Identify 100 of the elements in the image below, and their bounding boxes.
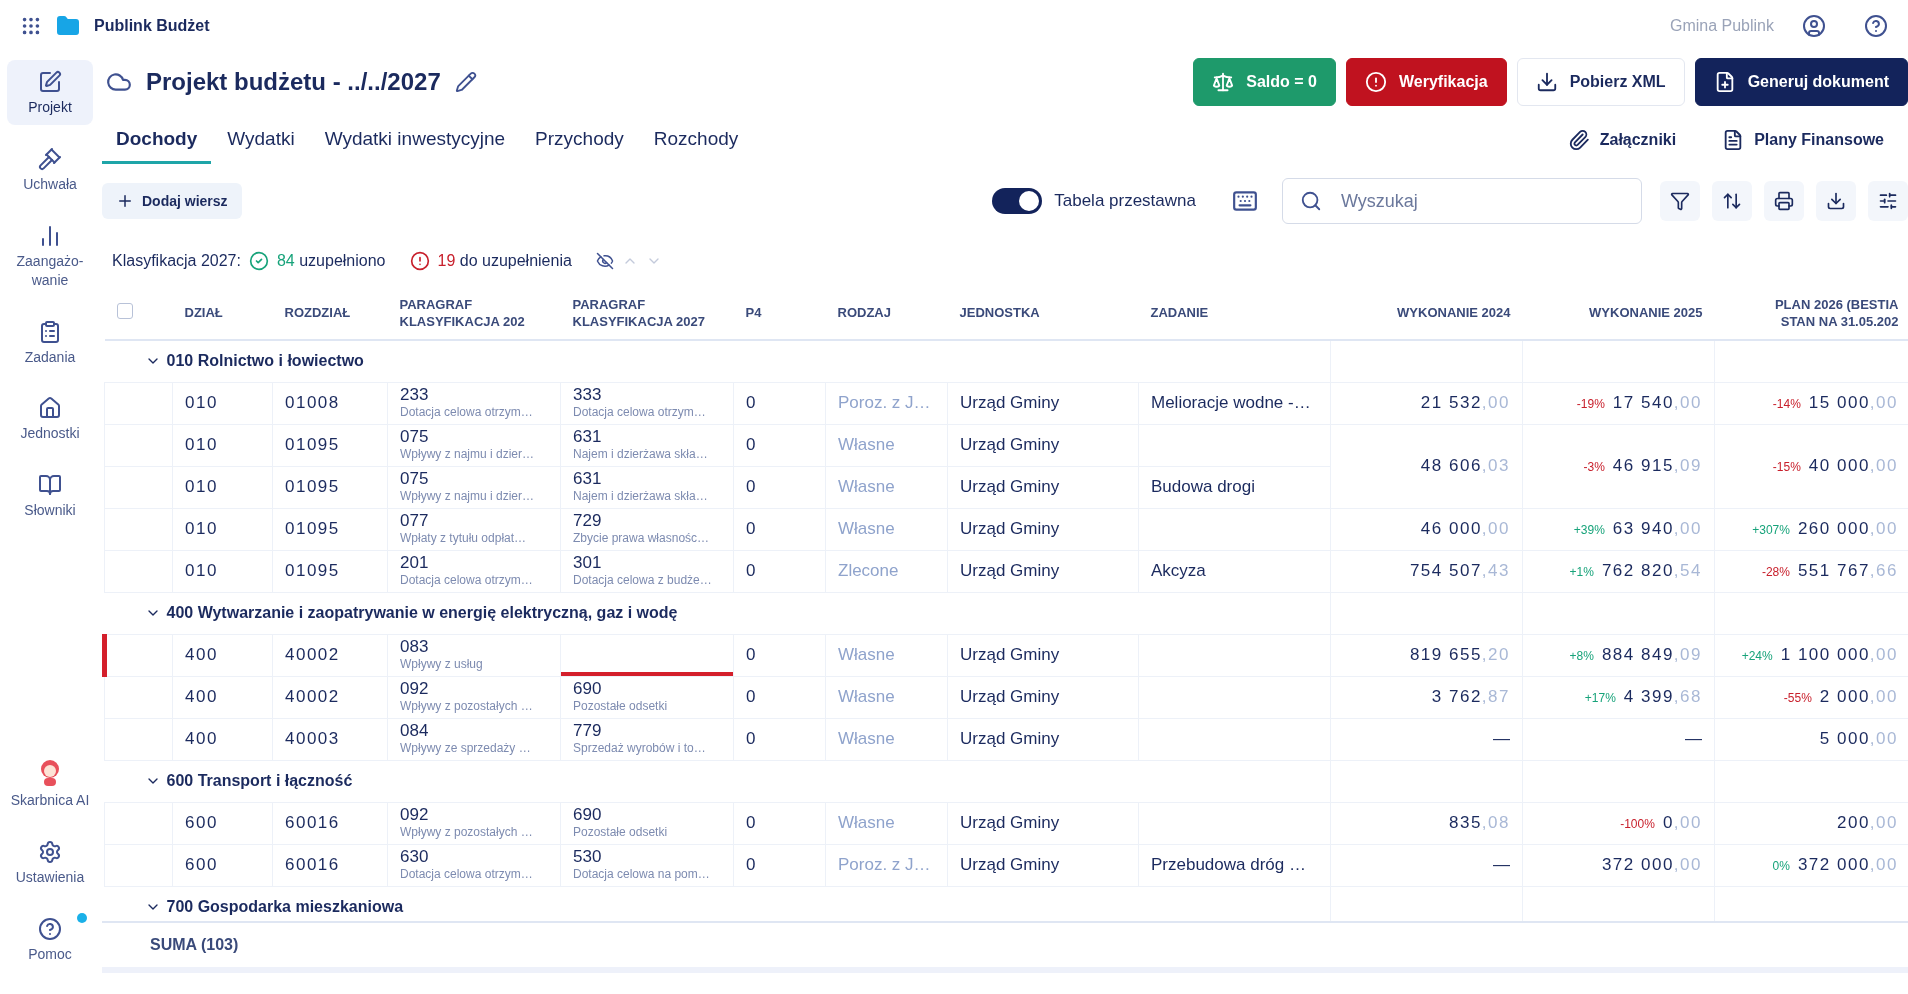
- filter-button[interactable]: [1660, 181, 1700, 221]
- table-cell: 690 Pozostałe odsetki: [560, 676, 734, 718]
- table-cell: 0: [733, 424, 826, 466]
- search-field[interactable]: Wyszukaj: [1282, 178, 1642, 224]
- column-header: PARAGRAF KLASYFIKACJA 202: [387, 288, 561, 340]
- group-header[interactable]: 400 Wytwarzanie i zaopatrywanie w energię elektryczną, gaz i wodę: [144, 604, 678, 622]
- table-cell: 600: [172, 844, 273, 886]
- tab[interactable]: Dochody: [102, 116, 212, 164]
- table-cell: 01008: [272, 382, 388, 424]
- table-cell: 0: [733, 508, 826, 550]
- table-cell: 60016: [272, 802, 388, 844]
- link-button[interactable]: Plany Finansowe: [1716, 128, 1890, 152]
- apps-grid-icon[interactable]: [20, 15, 42, 37]
- amount: 5 000,00: [1819, 729, 1898, 748]
- amount: 17 540,00: [1612, 393, 1702, 412]
- table-cell: Urząd Gminy: [947, 718, 1139, 760]
- group-header[interactable]: 010 Rolnictwo i łowiectwo: [144, 352, 364, 371]
- table-cell: 40002: [272, 676, 388, 718]
- pivot-toggle[interactable]: [992, 188, 1043, 214]
- table-cell: Własne: [825, 466, 948, 508]
- action-button[interactable]: Weryfikacja: [1345, 58, 1507, 106]
- sidebar-item[interactable]: Zadania: [7, 309, 93, 375]
- select-all-checkbox[interactable]: [116, 303, 133, 320]
- toggle-label: Tabela przestawna: [1054, 191, 1196, 211]
- download-icon: [1535, 71, 1558, 93]
- table-cell: Własne: [825, 508, 948, 550]
- action-button[interactable]: Generuj dokument: [1694, 58, 1908, 106]
- tab[interactable]: Wydatki inwestycyjne: [310, 116, 520, 164]
- book-icon: [38, 473, 62, 498]
- column-header: JEDNOSTKA: [947, 288, 1139, 340]
- tab[interactable]: Przychody: [521, 116, 638, 164]
- column-header: PARAGRAF KLASYFIKACJA 2027: [560, 288, 734, 340]
- table-cell: 400: [172, 718, 273, 760]
- alert-icon: [1364, 71, 1387, 93]
- column-header: ZADANIE: [1138, 288, 1331, 340]
- tab[interactable]: Rozchody: [639, 116, 753, 164]
- table-cell: 40002: [272, 634, 388, 676]
- action-button[interactable]: Saldo = 0: [1193, 58, 1336, 106]
- table-cell: 600: [172, 802, 273, 844]
- table-cell: 010: [172, 424, 273, 466]
- table-cell: Przebudowa dróg …: [1138, 844, 1331, 886]
- sort-button[interactable]: [1712, 181, 1752, 221]
- settings-button[interactable]: [1868, 181, 1908, 221]
- amount: 15 000,00: [1808, 393, 1898, 412]
- classification-label: Klasyfikacja 2027:: [112, 252, 241, 270]
- change-percent: -55%: [1783, 691, 1812, 705]
- amount: 200,00: [1837, 813, 1898, 832]
- action-button[interactable]: Pobierz XML: [1516, 58, 1685, 106]
- table-cell: 077 Wpłaty z tytułu odpłat…: [387, 508, 561, 550]
- organization-name: Gmina Publink: [1669, 17, 1774, 35]
- user-icon[interactable]: [1802, 14, 1826, 38]
- sidebar-item[interactable]: Jednostki: [7, 386, 93, 452]
- change-percent: +307%: [1752, 523, 1790, 537]
- settings-icon: [38, 840, 62, 865]
- table-cell: 0: [733, 550, 826, 592]
- table-cell: 075 Wpływy z najmu i dzier…: [387, 466, 561, 508]
- amount: 48 606,03: [1420, 456, 1510, 475]
- table-cell: Poroz. z J…: [825, 382, 948, 424]
- table-cell: 400: [172, 634, 273, 676]
- table-cell: Urząd Gminy: [947, 676, 1139, 718]
- column-header: ROZDZIAŁ: [272, 288, 388, 340]
- table-cell: 01095: [272, 508, 388, 550]
- sidebar-item[interactable]: Uchwała: [7, 136, 93, 202]
- change-percent: -15%: [1772, 460, 1801, 474]
- keyboard-icon[interactable]: [1232, 188, 1258, 214]
- table-cell: 40003: [272, 718, 388, 760]
- tab[interactable]: Wydatki: [213, 116, 309, 164]
- table-cell: Urząd Gminy: [947, 508, 1139, 550]
- sidebar-item[interactable]: Słowniki: [7, 463, 93, 529]
- change-percent: -19%: [1576, 397, 1605, 411]
- sidebar-item[interactable]: Pomoc: [7, 907, 93, 972]
- table-cell: Urząd Gminy: [947, 802, 1139, 844]
- sidebar-item[interactable]: Skarbnica AI: [7, 749, 93, 819]
- table-cell: Melioracje wodne -…: [1138, 382, 1331, 424]
- column-header: PLAN 2026 (BESTIA STAN NA 31.05.202: [1714, 288, 1908, 340]
- help-icon[interactable]: [1864, 14, 1888, 38]
- table-cell: 0: [733, 634, 826, 676]
- sidebar-item[interactable]: Zaangażo- wanie: [7, 213, 93, 298]
- eye-off-icon[interactable]: [595, 252, 614, 270]
- amount: 372 000,00: [1601, 855, 1702, 874]
- sidebar-item[interactable]: Ustawienia: [7, 830, 93, 896]
- table-cell: Własne: [825, 718, 948, 760]
- group-header[interactable]: 600 Transport i łączność: [144, 772, 353, 790]
- sidebar-item[interactable]: Projekt: [7, 60, 93, 125]
- edit-icon[interactable]: [454, 71, 477, 93]
- print-button[interactable]: [1764, 181, 1804, 221]
- download-button[interactable]: [1816, 181, 1856, 221]
- table-cell: 01095: [272, 424, 388, 466]
- table-cell: 400: [172, 676, 273, 718]
- amount: 2 000,00: [1819, 687, 1898, 706]
- sliders-icon: [1878, 191, 1898, 211]
- check-icon: [248, 251, 269, 271]
- table-cell: 010: [172, 466, 273, 508]
- table-cell: Urząd Gminy: [947, 550, 1139, 592]
- change-percent: -3%: [1583, 460, 1605, 474]
- add-row-button[interactable]: Dodaj wiersz: [102, 183, 242, 219]
- amount: —: [1685, 729, 1702, 748]
- change-percent: -28%: [1761, 565, 1790, 579]
- link-button[interactable]: Załączniki: [1561, 128, 1683, 152]
- group-header[interactable]: 700 Gospodarka mieszkaniowa: [144, 898, 404, 916]
